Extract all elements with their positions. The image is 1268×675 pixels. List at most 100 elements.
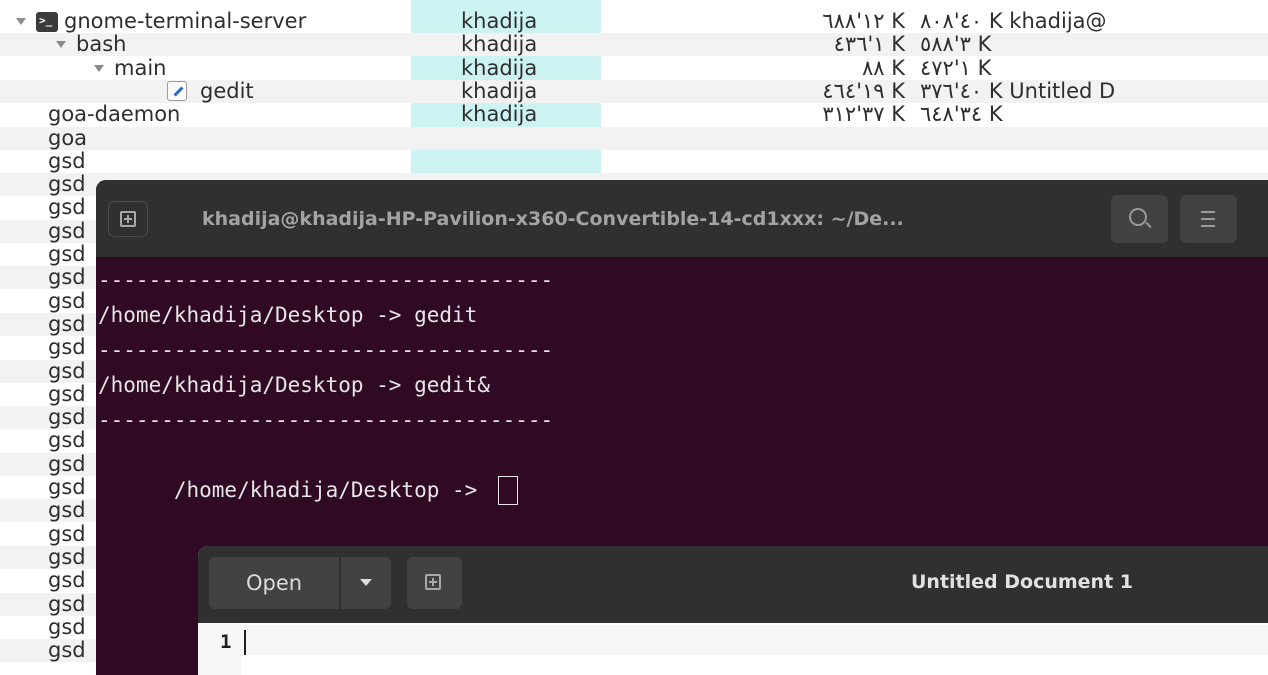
process-name: gsd: [48, 451, 86, 476]
process-name-cell: gedit: [167, 78, 254, 103]
process-name: gsd: [48, 568, 86, 593]
line-number: 1: [220, 631, 232, 653]
process-memory: ١'٤٣٦ K: [833, 32, 905, 57]
process-name-cell: gnome-terminal-server: [16, 9, 307, 33]
process-row[interactable]: goa-daemon khadija ٣٧'٣١٢ K ٣٤'٦٤٨ K: [0, 103, 1268, 126]
process-memory: ٨٨ K: [861, 55, 905, 80]
process-user: khadija: [461, 55, 538, 80]
process-name-cell: goa-daemon: [48, 103, 180, 126]
process-name-cell: gsd: [48, 522, 86, 546]
process-shared-memory: ٣'٥٨٨ K: [920, 32, 992, 57]
terminal-prompt-line[interactable]: /home/khadija/Desktop ->: [98, 438, 1268, 505]
process-name: gsd: [48, 591, 86, 616]
terminal-menu-button[interactable]: [1180, 195, 1237, 243]
process-name-cell: gsd: [48, 196, 86, 219]
process-name-cell: gsd: [48, 336, 86, 359]
text-caret[interactable]: [244, 630, 246, 655]
process-name: gsd: [48, 381, 86, 406]
terminal-line: ------------------------------------: [98, 338, 554, 362]
expander-triangle-icon[interactable]: [56, 41, 66, 49]
process-name-cell: bash: [56, 33, 126, 56]
new-tab-icon: [120, 211, 136, 227]
terminal-line: ------------------------------------: [98, 408, 554, 432]
process-name: gsd: [48, 311, 86, 336]
process-memory: ١٩'٤٦٤ K: [822, 78, 905, 103]
process-name: goa-daemon: [48, 102, 181, 127]
process-name-cell: gsd: [48, 381, 86, 406]
process-name-cell: gsd: [48, 451, 86, 476]
process-name: gsd: [48, 358, 86, 383]
terminal-search-button[interactable]: [1111, 195, 1168, 243]
process-shared-memory: ١'٤٧٢ K: [920, 55, 992, 80]
process-name-cell: gsd: [48, 218, 86, 243]
process-name: gsd: [48, 638, 86, 663]
process-name-cell: gsd: [48, 173, 86, 196]
gedit-headerbar: Open Untitled Document 1: [198, 546, 1268, 623]
gedit-window[interactable]: Open Untitled Document 1 1: [198, 546, 1268, 675]
process-memory: ٣٧'٣١٢ K: [822, 102, 905, 127]
process-name: gsd: [48, 242, 86, 266]
process-name: gsd: [48, 405, 86, 430]
process-name-cell: gsd: [48, 429, 86, 452]
process-name: bash: [76, 32, 127, 57]
process-name: gsd: [48, 265, 86, 290]
process-name: main: [114, 55, 167, 80]
process-name-cell: gsd: [48, 289, 86, 313]
terminal-headerbar: khadija@khadija-HP-Pavilion-x360-Convert…: [96, 180, 1268, 257]
process-name: gsd: [48, 218, 86, 243]
gedit-new-tab-button[interactable]: [407, 557, 462, 609]
process-name: gsd: [48, 148, 86, 173]
open-button[interactable]: Open: [209, 557, 339, 609]
process-name: gsd: [48, 544, 86, 569]
process-name: gsd: [48, 498, 86, 523]
process-row[interactable]: bash khadija ١'٤٣٦ K ٣'٥٨٨ K: [0, 32, 1268, 57]
process-row[interactable]: main khadija ٨٨ K ١'٤٧٢ K: [0, 55, 1268, 80]
process-name: goa: [48, 125, 88, 150]
process-name-cell: gsd: [48, 614, 86, 639]
process-name-cell: main: [94, 55, 167, 80]
terminal-cursor: [497, 476, 518, 505]
process-name-cell: gsd: [48, 358, 86, 383]
process-name: gsd: [48, 172, 86, 197]
new-tab-icon: [425, 574, 441, 590]
process-name-cell: gsd: [48, 499, 86, 522]
document-title: Untitled Document 1: [911, 571, 1133, 593]
open-dropdown-button[interactable]: [341, 557, 391, 609]
process-name-cell: gsd: [48, 544, 86, 569]
expander-triangle-icon[interactable]: [94, 64, 104, 72]
process-user: khadija: [461, 32, 538, 57]
expander-triangle-icon[interactable]: [16, 18, 26, 25]
terminal-line: /home/khadija/Desktop -> gedit&: [98, 373, 490, 397]
process-name-cell: gsd: [48, 591, 86, 616]
process-name-cell: gsd: [48, 569, 86, 592]
process-memory: ١٢'٦٨٨ K: [822, 9, 905, 33]
terminal-line: /home/khadija/Desktop -> gedit: [98, 303, 478, 327]
current-line-highlight: [241, 625, 1268, 655]
process-shared-memory: ٤٠'٨٠٨ K khadija@: [920, 9, 1107, 33]
process-name-cell: gsd: [48, 243, 86, 266]
process-name: gsd: [48, 335, 86, 360]
process-name: gsd: [48, 428, 86, 453]
process-name-cell: gsd: [48, 148, 86, 173]
process-name: gsd: [48, 614, 86, 639]
process-name: gedit: [200, 78, 254, 103]
process-row[interactable]: goa: [0, 125, 1268, 150]
process-shared-memory: ٣٤'٦٤٨ K: [920, 102, 1003, 127]
process-name-cell: gsd: [48, 311, 86, 336]
gedit-icon: [167, 81, 187, 102]
process-row[interactable]: gnome-terminal-server khadija ١٢'٦٨٨ K ٤٠'٨…: [0, 9, 1268, 33]
process-name: gsd: [48, 195, 86, 220]
terminal-output[interactable]: ------------------------------------ /ho…: [96, 263, 1268, 505]
hamburger-menu-icon: [1201, 211, 1215, 227]
process-name: gsd: [48, 475, 86, 499]
process-name-cell: gsd: [48, 406, 86, 429]
terminal-new-tab-button[interactable]: [108, 201, 148, 237]
process-name: gnome-terminal-server: [64, 9, 307, 33]
process-row[interactable]: gedit khadija ١٩'٤٦٤ K ٤٠'٣٧٦ K Untitled D: [0, 78, 1268, 103]
process-name-cell: gsd: [48, 476, 86, 499]
process-name-cell: goa: [48, 125, 88, 150]
process-user: khadija: [461, 78, 538, 103]
process-row[interactable]: gsd: [0, 148, 1268, 173]
process-shared-memory: ٤٠'٣٧٦ K Untitled D: [920, 78, 1116, 103]
process-name-cell: gsd: [48, 639, 86, 662]
